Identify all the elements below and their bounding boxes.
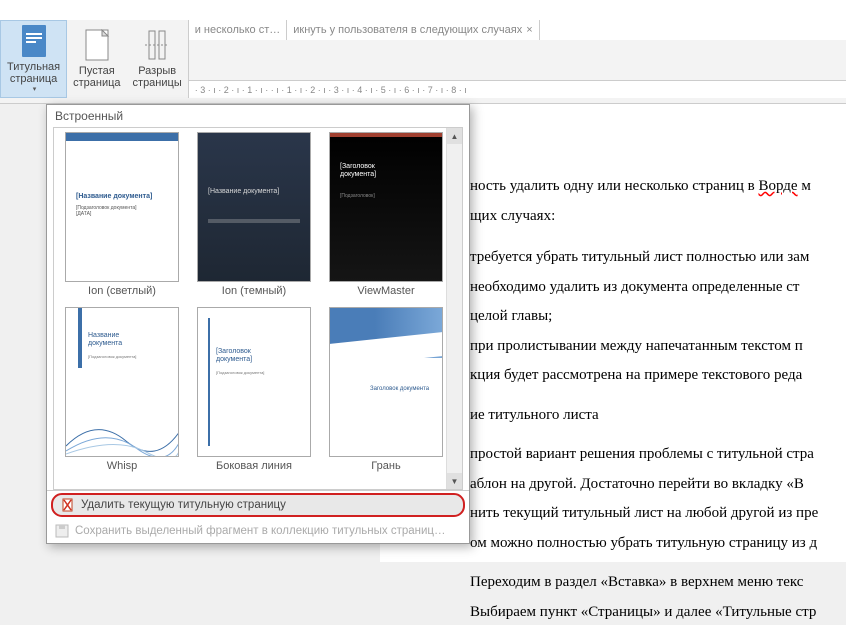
thumbnail-label: Боковая линия (216, 460, 292, 478)
delete-icon (61, 498, 75, 512)
page-break-label: Разрыв страницы (133, 65, 182, 89)
gallery-scrollbar[interactable]: ▲ ▼ (446, 128, 462, 489)
doc-line: щих случаях: (470, 204, 836, 230)
doc-line: ность удалить одну или несколько страниц… (470, 174, 836, 200)
remove-cover-page-label: Удалить текущую титульную страницу (81, 499, 286, 511)
thumbnail: Заголовок документа (329, 307, 443, 457)
gallery-scroll-area: [Название документа] [Подзаголовок докум… (53, 127, 463, 490)
doc-line: при пролистывании между напечатанным тек… (470, 334, 836, 360)
doc-line: Выбираем пункт «Страницы» и далее «Титул… (470, 600, 836, 625)
thumbnail-label: Whisp (107, 460, 138, 478)
scroll-up-button[interactable]: ▲ (447, 128, 462, 144)
scroll-track[interactable] (447, 144, 462, 473)
gallery-section-header: Встроенный (47, 105, 469, 127)
thumbnail-label: Грань (371, 460, 400, 478)
doc-line: целой главы; (470, 304, 836, 330)
cover-page-button[interactable]: Титульная страница ▾ (0, 20, 67, 98)
doc-line: ие титульного листа (470, 403, 836, 429)
save-icon (55, 524, 69, 538)
doc-line: требуется убрать титульный лист полность… (470, 245, 836, 271)
gallery-item-ion-light[interactable]: [Название документа] [Подзаголовок докум… (58, 132, 186, 303)
document-tab-2[interactable]: икнуть у пользователя в следующих случая… (287, 20, 539, 40)
remove-cover-page-item[interactable]: Удалить текущую титульную страницу (51, 493, 465, 517)
thumbnail-label: Ion (светлый) (88, 285, 156, 303)
gallery-item-whisp[interactable]: Название документа [Подзаголовок докумен… (58, 307, 186, 478)
thumbnail: Название документа [Подзаголовок докумен… (65, 307, 179, 457)
save-selection-item: Сохранить выделенный фрагмент в коллекци… (47, 519, 469, 543)
doc-line: ом можно полностью убрать титульную стра… (470, 531, 836, 557)
ruler: · 3 · ı · 2 · ı · 1 · ı · · ı · 1 · ı · … (189, 80, 846, 98)
blank-page-label: Пустая страница (73, 65, 120, 89)
blank-page-icon (81, 29, 113, 61)
top-bar (0, 0, 846, 20)
gallery-item-ion-dark[interactable]: [Название документа] Ion (темный) (190, 132, 318, 303)
blank-page-button[interactable]: Пустая страница (67, 20, 126, 98)
ribbon: Титульная страница ▾ Пустая страница Раз… (0, 20, 846, 104)
thumbnail-label: ViewMaster (357, 285, 414, 303)
cover-page-label: Титульная страница (7, 61, 60, 85)
thumbnail: [Название документа] (197, 132, 311, 282)
doc-line: Переходим в раздел «Вставка» в верхнем м… (470, 570, 836, 596)
thumbnail-label: Ion (темный) (222, 285, 286, 303)
page-break-button[interactable]: Разрыв страницы (127, 20, 188, 98)
gallery-footer: Удалить текущую титульную страницу Сохра… (47, 490, 469, 543)
save-selection-label: Сохранить выделенный фрагмент в коллекци… (75, 525, 446, 537)
close-icon[interactable]: × (526, 24, 532, 36)
page-break-icon (141, 29, 173, 61)
doc-line: простой вариант решения проблемы с титул… (470, 442, 836, 468)
doc-line: нить текущий титульный лист на любой дру… (470, 501, 836, 527)
gallery-item-gran[interactable]: Заголовок документа Грань (322, 307, 450, 478)
cover-page-icon (18, 25, 50, 57)
chevron-down-icon: ▾ (33, 85, 37, 93)
scroll-down-button[interactable]: ▼ (447, 473, 462, 489)
gallery-item-side-line[interactable]: [Заголовок документа] [Подзаголовок доку… (190, 307, 318, 478)
doc-line: кция будет рассмотрена на примере тексто… (470, 363, 836, 389)
cover-page-gallery: Встроенный [Название документа] [Подзаго… (46, 104, 470, 544)
doc-line: необходимо удалить из документа определе… (470, 275, 836, 301)
ribbon-right: и несколько ст… икнуть у пользователя в … (188, 20, 846, 98)
document-tab-1[interactable]: и несколько ст… (189, 20, 288, 40)
thumbnail: [Название документа] [Подзаголовок докум… (65, 132, 179, 282)
thumbnail: [Заголовок документа] [Подзаголовок] (329, 132, 443, 282)
doc-line: аблон на другой. Достаточно перейти во в… (470, 472, 836, 498)
thumbnail: [Заголовок документа] [Подзаголовок доку… (197, 307, 311, 457)
gallery-item-viewmaster[interactable]: [Заголовок документа] [Подзаголовок] Vie… (322, 132, 450, 303)
